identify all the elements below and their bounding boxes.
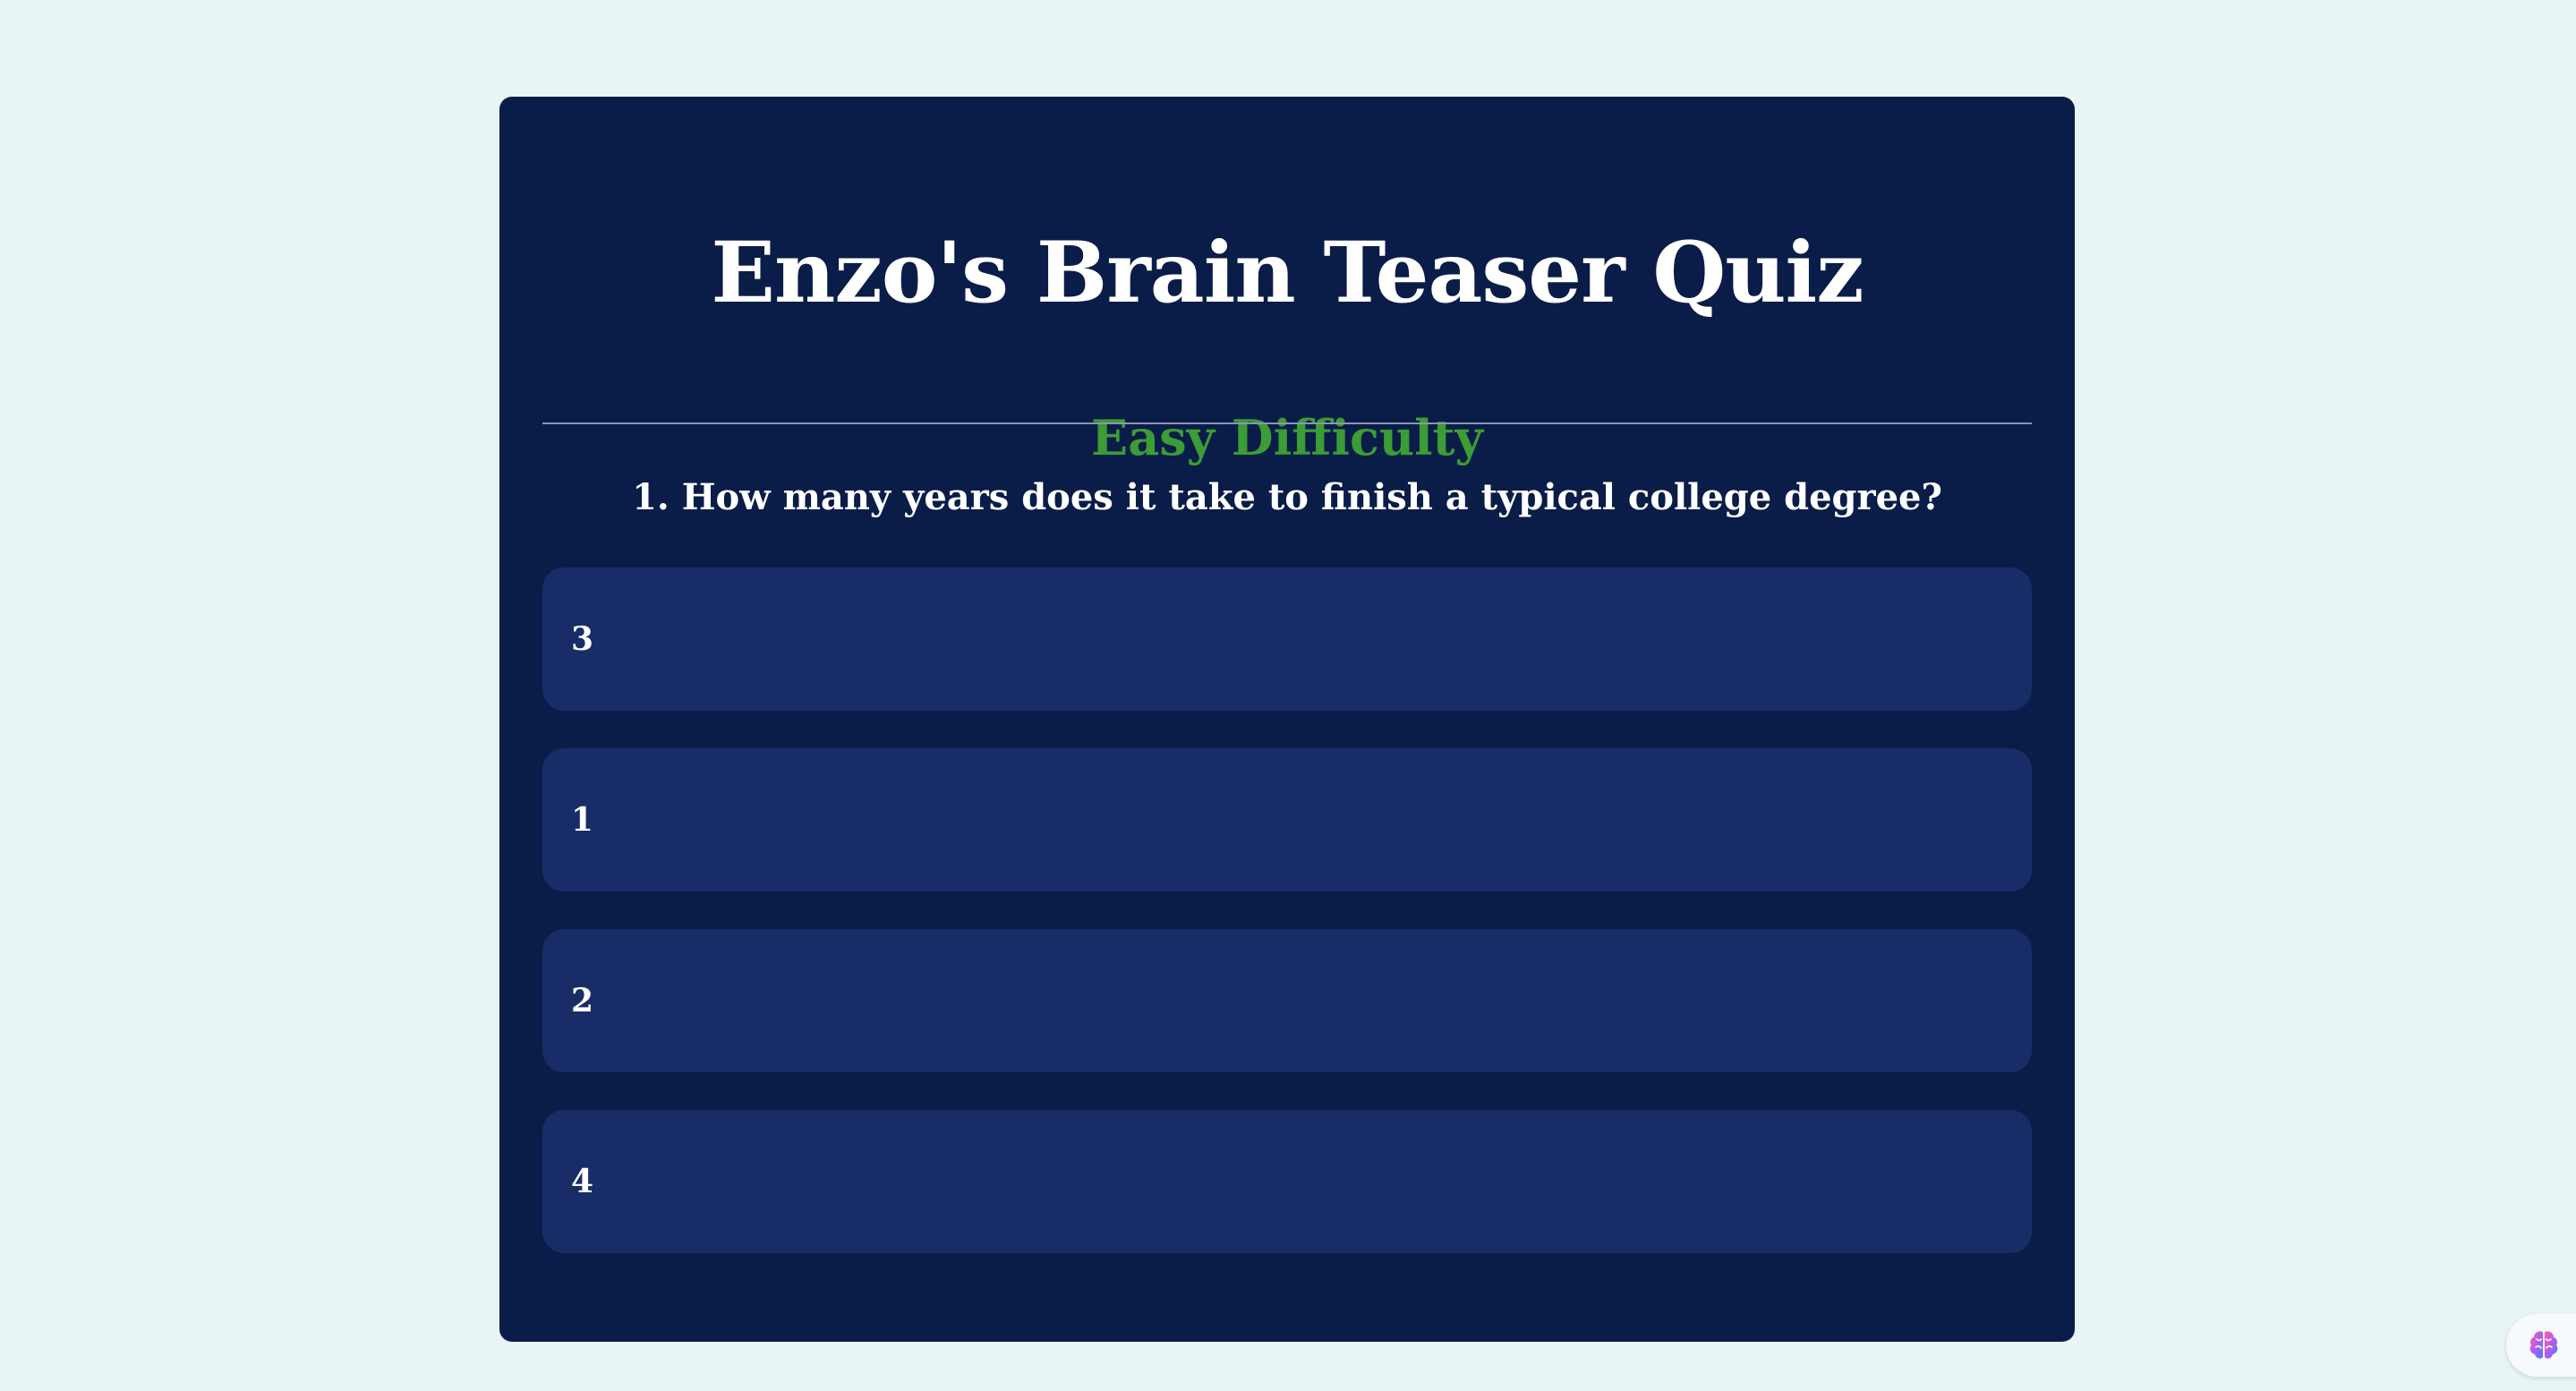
answer-option-3[interactable]: 2 [542, 929, 2032, 1072]
answer-option-label: 2 [571, 982, 594, 1020]
brain-icon [2529, 1331, 2558, 1359]
quiz-card: Enzo's Brain Teaser Quiz Easy Difficulty… [499, 97, 2075, 1342]
quiz-title: Enzo's Brain Teaser Quiz [711, 224, 1864, 322]
answer-option-1[interactable]: 3 [542, 567, 2032, 711]
answer-option-4[interactable]: 4 [542, 1110, 2032, 1253]
difficulty-label: Easy Difficulty [1091, 409, 1483, 466]
question-text: 1. How many years does it take to finish… [632, 476, 1942, 518]
divider [542, 422, 2032, 424]
answer-option-2[interactable]: 1 [542, 748, 2032, 892]
answer-option-label: 1 [571, 801, 594, 839]
assistant-button[interactable] [2506, 1314, 2576, 1377]
answer-option-label: 4 [571, 1163, 594, 1200]
answer-option-label: 3 [571, 620, 594, 658]
